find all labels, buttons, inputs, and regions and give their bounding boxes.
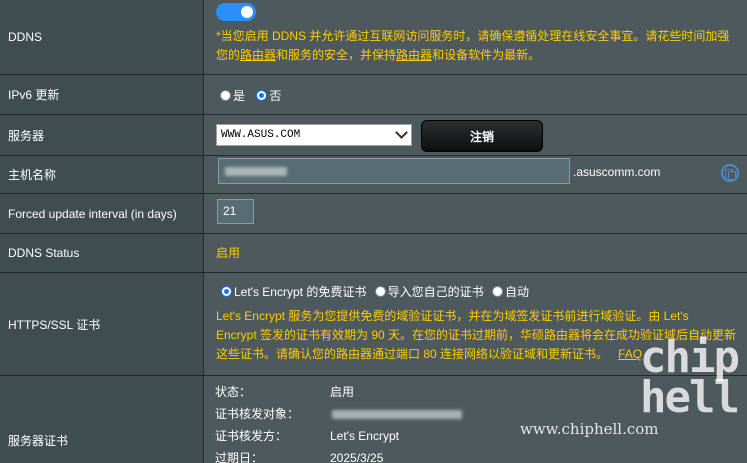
forced-update-label: Forced update interval (in days) [0, 194, 204, 233]
hostname-label: 主机名称 [0, 156, 204, 193]
ipv6-no-radio[interactable] [256, 90, 268, 101]
cert-issuer-key: 证书核发方： [215, 429, 288, 443]
ddns-settings-panel: DDNS *当您启用 DDNS 并允许通过互联网访问服务时，请确保遵循处理在线安… [0, 0, 747, 463]
register-button[interactable]: 注销 [421, 120, 543, 152]
ddns-status-row: DDNS Status 启用 [0, 234, 747, 273]
server-cert-label: 服务器证书 [0, 376, 204, 463]
ddns-label: DDNS [0, 0, 204, 74]
forced-update-row: Forced update interval (in days) 21 [0, 194, 747, 234]
chevron-down-icon [395, 126, 408, 139]
router-link-2[interactable]: 路由器 [396, 48, 432, 62]
cert-le-radio[interactable] [221, 286, 232, 297]
ipv6-label: IPv6 更新 [0, 75, 204, 114]
hostname-input[interactable] [218, 158, 570, 184]
redacted-issued-to [332, 410, 462, 419]
cert-auto-label: 自动 [505, 285, 530, 299]
router-link-1[interactable]: 路由器 [240, 48, 276, 62]
hostname-row: 主机名称 .asuscomm.com [0, 156, 747, 194]
cert-issued-to-key: 证书核发对象： [215, 407, 300, 421]
ddns-warning: *当您启用 DDNS 并允许通过互联网访问服务时，请确保遵循处理在线安全事宜。请… [216, 29, 730, 62]
server-label: 服务器 [0, 115, 204, 155]
cert-expiry-value: 2025/3/25 [330, 451, 384, 463]
chiphell-watermark-logo: chip hell [640, 332, 740, 423]
copy-icon[interactable] [721, 164, 739, 182]
ddns-toggle[interactable] [216, 3, 256, 21]
server-row: 服务器 WWW.ASUS.COM 注销 [0, 115, 747, 156]
hostname-suffix: .asuscomm.com [573, 165, 661, 179]
ipv6-yes-label: 是 [233, 89, 246, 103]
https-ssl-label: HTTPS/SSL 证书 [0, 273, 204, 375]
cert-status-value: 启用 [330, 385, 355, 399]
ddns-status-value: 启用 [216, 246, 241, 260]
ipv6-yes-radio[interactable] [220, 90, 231, 101]
server-select[interactable]: WWW.ASUS.COM [216, 124, 412, 146]
ddns-status-label: DDNS Status [0, 234, 204, 272]
ipv6-no-label: 否 [269, 89, 282, 103]
redacted-hostname [225, 167, 287, 176]
cert-import-radio[interactable] [374, 286, 386, 297]
ipv6-row: IPv6 更新 是 否 [0, 75, 747, 115]
cert-issuer-value: Let's Encrypt [330, 429, 399, 443]
ddns-row: DDNS *当您启用 DDNS 并允许通过互联网访问服务时，请确保遵循处理在线安… [0, 0, 747, 75]
chiphell-watermark-url: www.chiphell.com [520, 420, 659, 438]
cert-expiry-key: 过期日： [215, 451, 264, 463]
cert-auto-radio[interactable] [492, 286, 504, 297]
https-ssl-row: HTTPS/SSL 证书 Let's Encrypt 的免费证书 导入您自己的证… [0, 273, 747, 376]
forced-update-input[interactable]: 21 [217, 199, 254, 224]
cert-status-key: 状态： [215, 385, 252, 399]
cert-import-label: 导入您自己的证书 [387, 285, 484, 299]
cert-le-label: Let's Encrypt 的免费证书 [234, 285, 367, 299]
